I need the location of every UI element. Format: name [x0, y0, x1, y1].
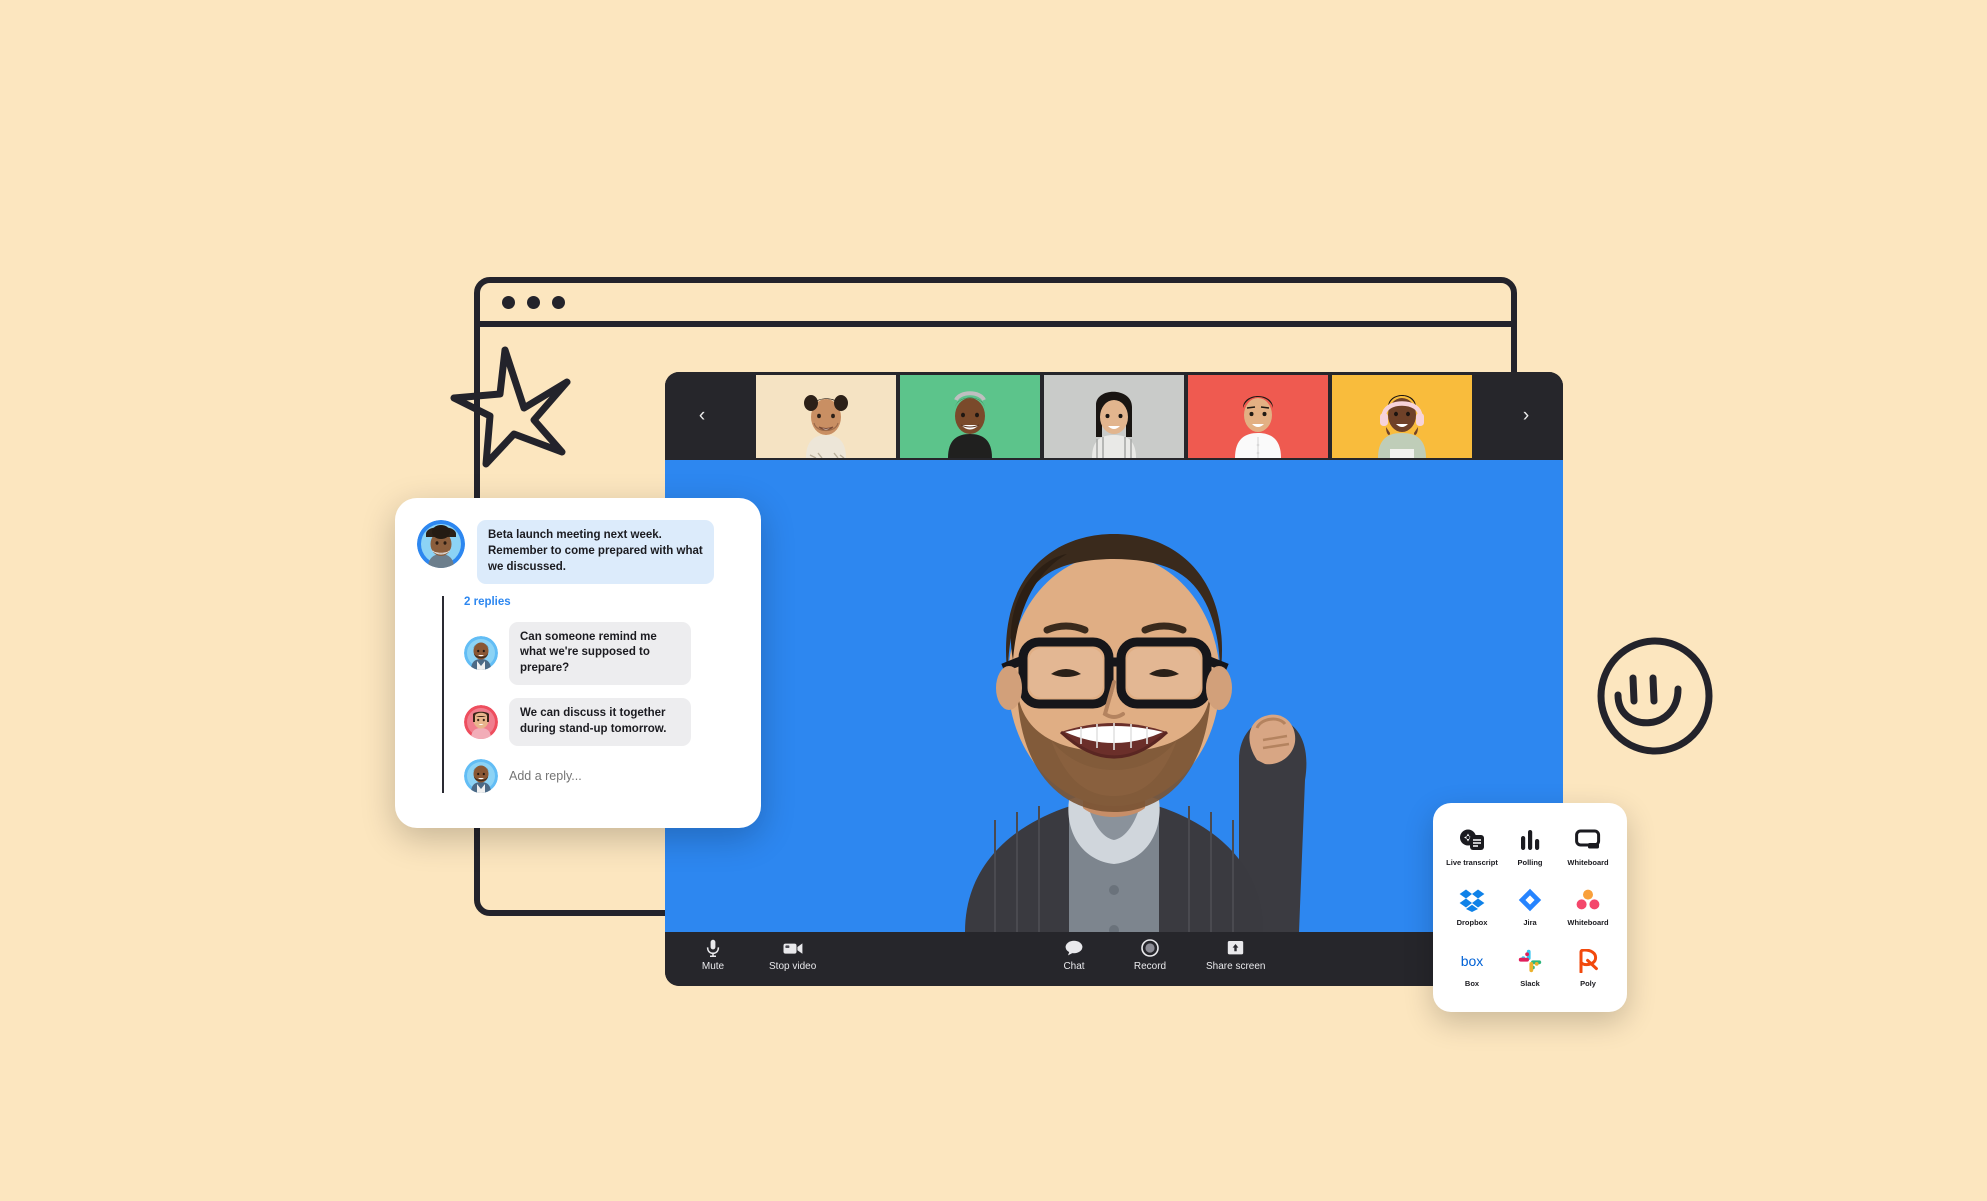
- filmstrip-next-button[interactable]: ›: [1503, 372, 1549, 460]
- poly-icon: [1574, 948, 1602, 974]
- slack-icon: [1516, 948, 1544, 974]
- chat-button[interactable]: Chat: [1050, 936, 1098, 974]
- share-screen-button[interactable]: Share screen: [1202, 936, 1269, 974]
- window-controls: [502, 296, 565, 309]
- participant-thumbnail-5[interactable]: [1332, 374, 1472, 458]
- star-doodle-icon: [448, 342, 573, 472]
- record-button-label: Record: [1133, 961, 1167, 972]
- whiteboard-dots-icon: [1574, 887, 1602, 913]
- participant-thumbnail-1[interactable]: [756, 374, 896, 458]
- share-screen-button-label: Share screen: [1206, 961, 1266, 972]
- video-camera-icon: [782, 938, 804, 958]
- app-live-transcript[interactable]: Live transcript: [1443, 817, 1501, 877]
- reply-bubble: We can discuss it together during stand-…: [509, 698, 691, 746]
- window-dot-minimize-icon: [527, 296, 540, 309]
- stop-video-button[interactable]: Stop video: [765, 936, 820, 974]
- screenshot-canvas: ‹ › Mute Stop video Chat Record Share sc…: [0, 0, 1987, 1201]
- participant-thumbnail-3[interactable]: [1044, 374, 1184, 458]
- chat-bubble-icon: [1063, 938, 1085, 958]
- video-conference-window: ‹ › Mute Stop video Chat Record Share sc…: [665, 372, 1563, 986]
- call-toolbar-left: Mute Stop video: [689, 936, 820, 974]
- chat-button-label: Chat: [1063, 961, 1085, 972]
- window-dot-maximize-icon: [552, 296, 565, 309]
- app-polling[interactable]: Polling: [1501, 817, 1559, 877]
- app-label: Live transcript: [1446, 858, 1498, 868]
- dropbox-icon: [1458, 887, 1486, 913]
- window-dot-close-icon: [502, 296, 515, 309]
- app-whiteboard-dots[interactable]: Whiteboard: [1559, 877, 1617, 937]
- apps-grid: Live transcript Polling Whiteboard Dropb…: [1443, 817, 1617, 998]
- app-whiteboard[interactable]: Whiteboard: [1559, 817, 1617, 877]
- app-poly[interactable]: Poly: [1559, 938, 1617, 998]
- app-label: Polling: [1517, 858, 1543, 868]
- replies-count-label[interactable]: 2 replies: [464, 596, 761, 608]
- app-slack[interactable]: Slack: [1501, 938, 1559, 998]
- record-button[interactable]: Record: [1126, 936, 1174, 974]
- avatar[interactable]: [464, 636, 498, 671]
- app-label: Whiteboard: [1567, 858, 1609, 868]
- whiteboard-icon: [1574, 827, 1602, 853]
- polling-icon: [1516, 827, 1544, 853]
- smiley-doodle-icon: [1592, 633, 1718, 759]
- reply-composer: [464, 758, 761, 793]
- filmstrip-prev-button[interactable]: ‹: [679, 372, 725, 460]
- reply-input[interactable]: [509, 768, 684, 783]
- avatar[interactable]: [417, 520, 465, 568]
- browser-titlebar: [480, 283, 1511, 327]
- svg-text:box: box: [1461, 953, 1484, 969]
- apps-integrations-panel: Live transcript Polling Whiteboard Dropb…: [1433, 803, 1627, 1012]
- active-speaker-stage: [665, 460, 1563, 932]
- app-dropbox[interactable]: Dropbox: [1443, 877, 1501, 937]
- mute-button-label: Mute: [701, 961, 725, 972]
- app-jira[interactable]: Jira: [1501, 877, 1559, 937]
- box-icon: box: [1458, 948, 1486, 974]
- call-toolbar: Mute Stop video Chat Record Share screen: [665, 932, 1563, 986]
- record-circle-icon: [1139, 938, 1161, 958]
- app-label: Dropbox: [1456, 918, 1488, 928]
- avatar[interactable]: [464, 758, 498, 793]
- reply-bubble: Can someone remind me what we're suppose…: [509, 621, 691, 686]
- app-label: Box: [1464, 978, 1480, 988]
- jira-icon: [1516, 887, 1544, 913]
- call-toolbar-right: Chat Record Share screen: [1050, 936, 1269, 974]
- app-label: Whiteboard: [1567, 918, 1609, 928]
- root-message-bubble: Beta launch meeting next week. Remember …: [477, 520, 714, 584]
- microphone-icon: [702, 938, 724, 958]
- app-label: Slack: [1520, 978, 1540, 988]
- participant-thumbnails: [756, 374, 1472, 458]
- avatar[interactable]: [464, 705, 498, 740]
- live-transcript-icon: [1458, 827, 1486, 853]
- share-screen-icon: [1225, 938, 1247, 958]
- participant-thumbnail-2[interactable]: [900, 374, 1040, 458]
- chat-thread-card: Beta launch meeting next week. Remember …: [395, 498, 761, 828]
- participant-filmstrip: ‹ ›: [665, 372, 1563, 460]
- reply-thread: 2 replies Can someone remind me what we'…: [442, 595, 761, 793]
- active-speaker-video: [665, 460, 1563, 932]
- app-label: Poly: [1580, 978, 1596, 988]
- reply-item: Can someone remind me what we're suppose…: [464, 621, 761, 686]
- thread-root-message: Beta launch meeting next week. Remember …: [395, 498, 761, 584]
- participant-thumbnail-4[interactable]: [1188, 374, 1328, 458]
- stop-video-button-label: Stop video: [769, 961, 817, 972]
- reply-item: We can discuss it together during stand-…: [464, 698, 761, 746]
- app-label: Jira: [1523, 918, 1537, 928]
- app-box[interactable]: box Box: [1443, 938, 1501, 998]
- mute-button[interactable]: Mute: [689, 936, 737, 974]
